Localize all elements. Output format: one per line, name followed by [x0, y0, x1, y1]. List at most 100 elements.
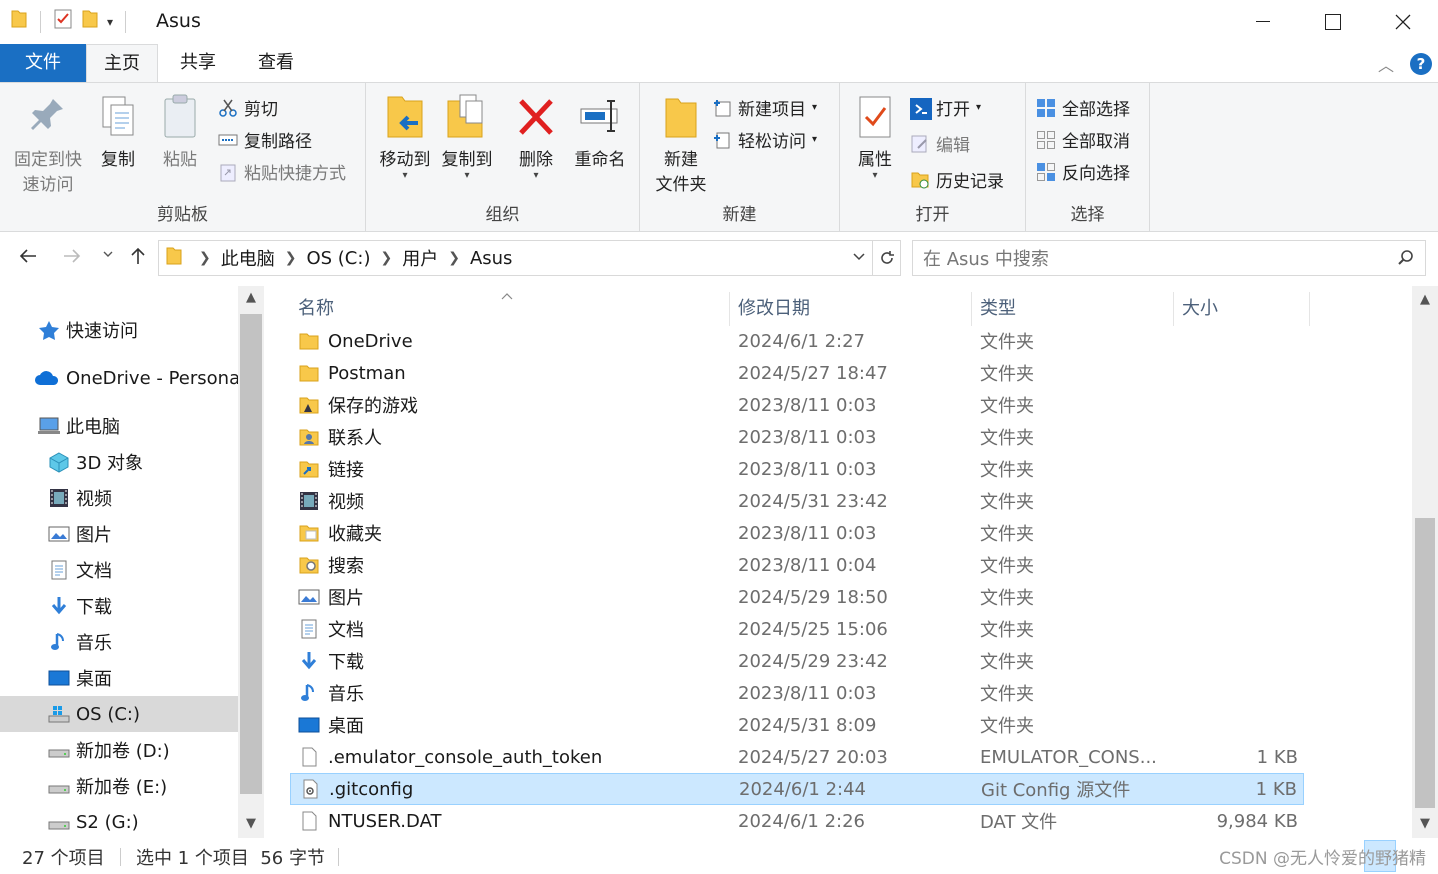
invert-selection-icon — [1036, 162, 1056, 182]
select-none-button[interactable]: 全部取消 — [1036, 127, 1130, 152]
new-group: 新建 文件夹 新建项目 ▾ 轻松访问 ▾ 新建 — [640, 83, 840, 231]
nav-desktop[interactable]: 桌面 — [0, 660, 238, 696]
nav-downloads[interactable]: 下载 — [0, 588, 238, 624]
column-header-name[interactable]: 名称 — [290, 292, 730, 326]
nav-quick-access[interactable]: 快速访问 — [0, 312, 238, 348]
breadcrumb-separator-icon[interactable]: ❯ — [448, 250, 460, 266]
file-row[interactable]: .gitconfig 2024/6/1 2:44 Git Config 源文件 1 K… — [290, 773, 1304, 805]
file-row[interactable]: Postman 2024/5/27 18:47 文件夹 — [290, 357, 1304, 389]
scroll-down-arrow-icon[interactable]: ▼ — [238, 816, 264, 831]
copy-button[interactable]: 复制 — [94, 93, 142, 170]
file-row[interactable]: 联系人 2023/8/11 0:03 文件夹 — [290, 421, 1304, 453]
breadcrumb-this-pc[interactable]: 此电脑 — [221, 245, 275, 271]
paste-shortcut-button[interactable]: 粘贴快捷方式 — [218, 159, 346, 184]
maximize-button[interactable] — [1298, 0, 1368, 44]
file-row[interactable]: 下载 2024/5/29 23:42 文件夹 — [290, 645, 1304, 677]
move-to-button[interactable]: 移动到 ▾ — [374, 93, 436, 181]
new-folder-button[interactable]: 新建 文件夹 — [646, 93, 716, 195]
tab-view[interactable]: 查看 — [238, 44, 314, 82]
cut-button[interactable]: 剪切 — [218, 95, 278, 120]
file-row[interactable]: 视频 2024/5/31 23:42 文件夹 — [290, 485, 1304, 517]
column-header-type[interactable]: 类型 — [972, 292, 1174, 326]
breadcrumb-users[interactable]: 用户 — [402, 245, 438, 271]
open-button[interactable]: 打开 ▾ — [910, 95, 981, 120]
invert-selection-button[interactable]: 反向选择 — [1036, 159, 1130, 184]
file-row[interactable]: 链接 2023/8/11 0:03 文件夹 — [290, 453, 1304, 485]
forward-arrow-icon[interactable] — [62, 246, 82, 271]
nav-pictures[interactable]: 图片 — [0, 516, 238, 552]
breadcrumb-asus[interactable]: Asus — [470, 248, 512, 269]
file-row[interactable]: OneDrive 2024/6/1 2:27 文件夹 — [290, 325, 1304, 357]
delete-button[interactable]: 删除 ▾ — [512, 93, 560, 181]
customize-qat-chevron-icon[interactable]: ▾ — [107, 15, 113, 29]
properties-qat-button[interactable] — [53, 8, 73, 35]
tab-file[interactable]: 文件 — [0, 44, 86, 82]
column-header-size[interactable]: 大小 — [1174, 292, 1310, 326]
nav-scrollbar-thumb[interactable] — [240, 314, 262, 794]
breadcrumb-separator-icon[interactable]: ❯ — [285, 250, 297, 266]
new-item-button[interactable]: 新建项目 ▾ — [712, 95, 817, 120]
nav-os-c[interactable]: OS (C:) — [0, 696, 238, 732]
breadcrumb-os-c[interactable]: OS (C:) — [306, 248, 370, 269]
file-row[interactable]: 图片 2024/5/29 18:50 文件夹 — [290, 581, 1304, 613]
file-name: 桌面 — [328, 716, 364, 737]
breadcrumb-separator-icon[interactable]: ❯ — [380, 250, 392, 266]
nav-3d-objects[interactable]: 3D 对象 — [0, 444, 238, 480]
properties-button[interactable]: 属性 ▾ — [848, 93, 902, 181]
tab-home[interactable]: 主页 — [86, 44, 158, 82]
file-row[interactable]: 桌面 2024/5/31 8:09 文件夹 — [290, 709, 1304, 741]
file-list-scrollbar-thumb[interactable] — [1415, 518, 1435, 808]
file-row[interactable]: .emulator_console_auth_token 2024/5/27 20… — [290, 741, 1304, 773]
file-row[interactable]: 搜索 2023/8/11 0:04 文件夹 — [290, 549, 1304, 581]
nav-scrollbar[interactable]: ▲ ▼ — [238, 286, 264, 838]
nav-onedrive[interactable]: OneDrive - Personal — [0, 360, 245, 396]
up-arrow-icon[interactable] — [128, 246, 148, 271]
file-size: 1 KB — [1255, 778, 1297, 800]
nav-drive-g[interactable]: S2 (G:) — [0, 804, 238, 838]
file-row[interactable]: NTUSER.DAT 2024/6/1 2:26 DAT 文件 9,984 KB — [290, 805, 1304, 837]
copy-path-button[interactable]: 复制路径 — [218, 127, 312, 152]
close-button[interactable] — [1368, 0, 1438, 44]
nav-music[interactable]: 音乐 — [0, 624, 238, 660]
scroll-down-arrow-icon[interactable]: ▼ — [1412, 816, 1438, 831]
refresh-icon[interactable] — [872, 241, 900, 275]
scroll-up-arrow-icon[interactable]: ▲ — [238, 290, 264, 305]
ribbon: 固定到快 速访问 复制 粘贴 剪切 复制路径 粘贴快捷方式 剪贴板 移动到 ▾ … — [0, 82, 1438, 232]
easy-access-button[interactable]: 轻松访问 ▾ — [712, 127, 817, 152]
pin-to-quick-access-button[interactable]: 固定到快 速访问 — [8, 93, 88, 195]
breadcrumb-separator-icon[interactable]: ❯ — [199, 250, 211, 266]
paste-button[interactable]: 粘贴 — [156, 93, 204, 170]
address-bar[interactable]: ❯ 此电脑 ❯ OS (C:) ❯ 用户 ❯ Asus — [158, 240, 901, 276]
collapse-ribbon-chevron-icon[interactable]: ︿ — [1378, 52, 1394, 76]
copy-to-button[interactable]: 复制到 ▾ — [436, 93, 498, 181]
file-list-scrollbar[interactable]: ▲ ▼ — [1412, 286, 1438, 838]
scroll-up-arrow-icon[interactable]: ▲ — [1412, 292, 1438, 307]
recent-locations-chevron-icon[interactable] — [102, 248, 114, 263]
minimize-button[interactable] — [1228, 0, 1298, 44]
rename-button[interactable]: 重命名 — [568, 93, 632, 170]
file-row[interactable]: 文档 2024/5/25 15:06 文件夹 — [290, 613, 1304, 645]
file-name-cell: 图片 — [298, 584, 364, 610]
address-history-chevron-icon[interactable] — [846, 250, 872, 266]
file-type: 文件夹 — [980, 524, 1034, 545]
help-icon[interactable]: ? — [1410, 53, 1432, 75]
new-folder-qat-button[interactable] — [81, 9, 99, 34]
nav-videos[interactable]: 视频 — [0, 480, 238, 516]
nav-drive-e[interactable]: 新加卷 (E:) — [0, 768, 238, 804]
file-row[interactable]: 收藏夹 2023/8/11 0:03 文件夹 — [290, 517, 1304, 549]
file-row[interactable]: 音乐 2023/8/11 0:03 文件夹 — [290, 677, 1304, 709]
file-row[interactable]: 保存的游戏 2023/8/11 0:03 文件夹 — [290, 389, 1304, 421]
column-header-date[interactable]: 修改日期 — [730, 292, 972, 326]
search-input[interactable]: 在 Asus 中搜索 — [912, 240, 1426, 276]
nav-documents[interactable]: 文档 — [0, 552, 238, 588]
file-type: 文件夹 — [980, 492, 1034, 513]
search-icon[interactable] — [1397, 249, 1415, 272]
file-name: 下载 — [328, 652, 364, 673]
nav-this-pc[interactable]: 此电脑 — [0, 408, 238, 444]
select-all-button[interactable]: 全部选择 — [1036, 95, 1130, 120]
edit-button[interactable]: 编辑 — [910, 131, 970, 156]
tab-share[interactable]: 共享 — [160, 44, 236, 82]
nav-drive-d[interactable]: 新加卷 (D:) — [0, 732, 238, 768]
back-arrow-icon[interactable] — [18, 246, 38, 271]
history-button[interactable]: 历史记录 — [910, 167, 1004, 192]
